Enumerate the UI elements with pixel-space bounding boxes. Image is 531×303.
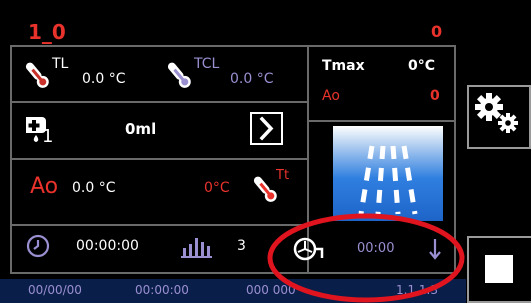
dosing-volume: 0ml bbox=[125, 120, 157, 138]
chevron-right-icon bbox=[259, 116, 274, 141]
tl-label: TL bbox=[52, 56, 69, 72]
footer-date: 00/00/00 bbox=[28, 283, 82, 297]
footer-version: 1.1.1.3 bbox=[396, 283, 438, 297]
divider bbox=[10, 101, 307, 103]
spray-button[interactable] bbox=[333, 126, 443, 221]
settings-button[interactable] bbox=[467, 85, 531, 149]
stop-icon bbox=[485, 255, 513, 283]
ao-label: Ao bbox=[30, 174, 59, 199]
ao-temperature: 0.0 °C bbox=[72, 180, 116, 196]
divider bbox=[10, 224, 307, 226]
bar-chart-icon bbox=[180, 236, 214, 258]
gear-icon bbox=[475, 93, 518, 133]
next-button[interactable] bbox=[250, 112, 283, 145]
tcl-label: TCL bbox=[194, 56, 220, 72]
clock-icon bbox=[26, 234, 50, 258]
pump-time: 00:00 bbox=[357, 241, 395, 256]
elapsed-timer: 00:00:00 bbox=[76, 238, 139, 254]
dosing-index: 1 bbox=[42, 126, 54, 147]
thermometer-icon bbox=[22, 58, 52, 92]
thermometer-icon bbox=[164, 58, 194, 92]
program-name: 1_0 bbox=[28, 20, 66, 44]
pump-icon bbox=[292, 236, 328, 262]
tmax-ao-label: Ao bbox=[322, 88, 340, 104]
footer-misc: 000 000 bbox=[246, 283, 296, 297]
tt-label: Tt bbox=[276, 168, 290, 183]
footer-time: 00:00:00 bbox=[135, 283, 189, 297]
arrow-down-icon bbox=[428, 238, 442, 260]
tcl-value: 0.0 °C bbox=[230, 71, 274, 87]
spray-icon bbox=[358, 145, 418, 215]
tmax-label: Tmax bbox=[322, 58, 365, 74]
header-counter: 0 bbox=[431, 22, 443, 41]
tmax-ao-value: 0 bbox=[430, 88, 440, 104]
stop-button[interactable] bbox=[467, 236, 531, 303]
divider bbox=[10, 158, 307, 160]
tl-value: 0.0 °C bbox=[82, 71, 126, 87]
cycle-count: 3 bbox=[237, 238, 246, 254]
tmax-value: 0°C bbox=[408, 58, 436, 74]
target-temperature: 0°C bbox=[204, 180, 230, 196]
divider bbox=[307, 120, 456, 122]
